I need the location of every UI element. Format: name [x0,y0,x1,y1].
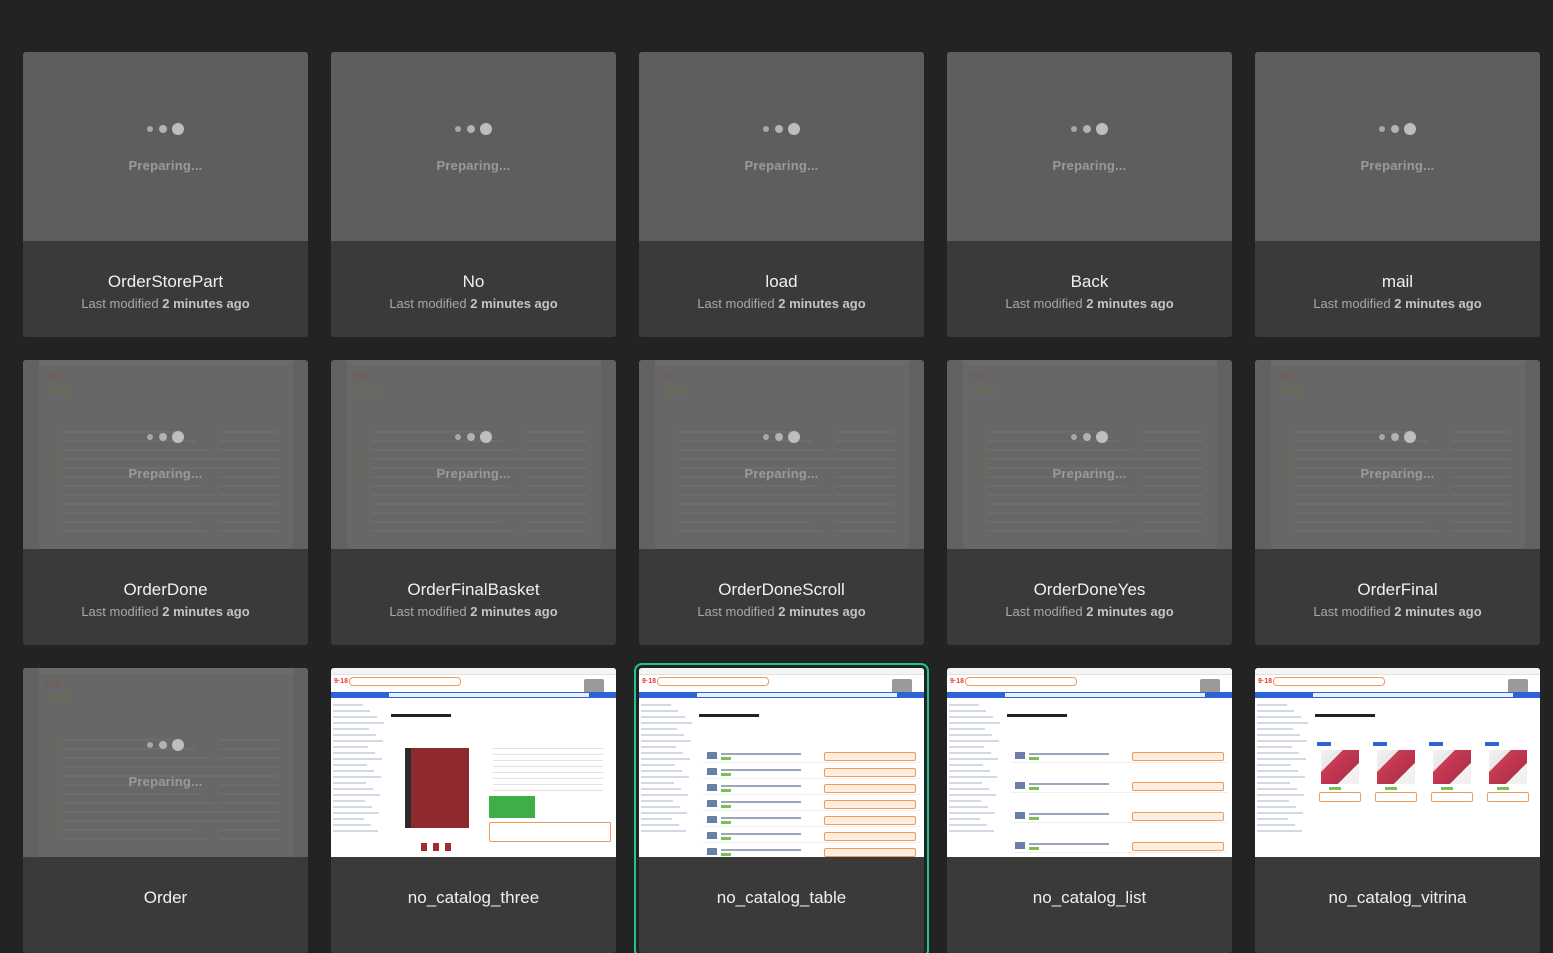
card-title: Back [1070,272,1109,291]
card-title: OrderFinal [1357,580,1438,599]
screen-card[interactable]: Preparing... OrderFinalBasket Last modifie… [331,360,616,645]
card-title: OrderDoneYes [1033,580,1146,599]
screen-card[interactable]: Preparing... OrderDoneScroll Last modified… [639,360,924,645]
loading-overlay: Preparing... [639,52,924,241]
loading-dots-icon [1071,430,1111,444]
screen-card[interactable]: Preparing... mail Last modified 2 minutes … [1255,52,1540,337]
loading-dots-icon [1071,122,1111,136]
page-screenshot: 9·18 [947,668,1232,857]
card-thumbnail[interactable]: Preparing... [639,360,924,549]
screen-card[interactable]: Preparing... OrderFinal Last modified 2 mi… [1255,360,1540,645]
card-thumbnail[interactable]: 9·18 [331,668,616,857]
loading-overlay: Preparing... [331,52,616,241]
screen-card[interactable]: Preparing... Back Last modified 2 minutes … [947,52,1232,337]
card-title: OrderFinalBasket [407,580,540,599]
card-thumbnail[interactable]: 9·18 [639,668,924,857]
card-modified: Last modified 2 minutes ago [389,296,558,311]
card-title: OrderStorePart [107,272,224,291]
screen-card[interactable]: Preparing... OrderDoneYes Last modified 2 … [947,360,1232,645]
card-modified: Last modified 2 minutes ago [1005,296,1174,311]
loading-overlay: Preparing... [947,360,1232,549]
loading-overlay: Preparing... [23,668,308,857]
loading-overlay: Preparing... [947,52,1232,241]
loading-dots-icon [763,430,803,444]
card-modified: Last modified 2 minutes ago [1005,604,1174,619]
preparing-label: Preparing... [1052,466,1127,481]
card-title: OrderDone [123,580,208,599]
card-thumbnail[interactable]: Preparing... [1255,360,1540,549]
card-thumbnail[interactable]: Preparing... [639,52,924,241]
loading-dots-icon [1379,122,1419,136]
page-screenshot: 9·18 [1255,668,1540,857]
screen-card[interactable]: Preparing... load Last modified 2 minutes … [639,52,924,337]
loading-overlay: Preparing... [639,360,924,549]
screen-grid: Preparing... OrderStorePart Last modified … [0,0,1553,953]
screen-card[interactable]: 9·18 no_catalog_three [331,668,616,953]
loading-dots-icon [147,122,187,136]
preparing-label: Preparing... [1360,158,1435,173]
card-title: no_catalog_list [1032,888,1147,907]
card-title: No [462,272,485,291]
preparing-label: Preparing... [436,158,511,173]
screen-card[interactable]: 9·18 no_catalog_table [634,663,929,953]
page-screenshot: 9·18 [639,668,924,857]
loading-overlay: Preparing... [23,360,308,549]
screen-card[interactable]: Preparing... OrderStorePart Last modified … [23,52,308,337]
card-title: no_catalog_vitrina [1328,888,1467,907]
card-thumbnail[interactable]: Preparing... [23,360,308,549]
loading-dots-icon [455,430,495,444]
preparing-label: Preparing... [128,158,203,173]
preparing-label: Preparing... [1360,466,1435,481]
loading-dots-icon [455,122,495,136]
card-modified: Last modified 2 minutes ago [81,604,250,619]
card-thumbnail[interactable]: Preparing... [331,52,616,241]
card-modified: Last modified 2 minutes ago [81,296,250,311]
card-thumbnail[interactable]: Preparing... [23,668,308,857]
page-screenshot: 9·18 [331,668,616,857]
card-title: no_catalog_table [716,888,847,907]
card-title: no_catalog_three [407,888,540,907]
preparing-label: Preparing... [128,774,203,789]
card-modified: Last modified 2 minutes ago [697,296,866,311]
card-thumbnail[interactable]: Preparing... [23,52,308,241]
preparing-label: Preparing... [128,466,203,481]
card-modified: Last modified 2 minutes ago [1313,296,1482,311]
preparing-label: Preparing... [1052,158,1127,173]
loading-dots-icon [147,430,187,444]
card-title: OrderDoneScroll [718,580,845,599]
card-thumbnail[interactable]: 9·18 [947,668,1232,857]
card-title: Order [143,888,188,907]
card-thumbnail[interactable]: 9·18 [1255,668,1540,857]
card-title: mail [1381,272,1414,291]
preparing-label: Preparing... [744,158,819,173]
loading-dots-icon [147,738,187,752]
screen-card[interactable]: 9·18 no_catalog_list [947,668,1232,953]
loading-overlay: Preparing... [1255,360,1540,549]
screen-card[interactable]: Preparing... No Last modified 2 minutes ag… [331,52,616,337]
card-thumbnail[interactable]: Preparing... [947,52,1232,241]
screen-card[interactable]: Preparing... Order [23,668,308,953]
loading-dots-icon [763,122,803,136]
card-title: load [765,272,798,291]
card-thumbnail[interactable]: Preparing... [331,360,616,549]
loading-dots-icon [1379,430,1419,444]
loading-overlay: Preparing... [23,52,308,241]
card-modified: Last modified 2 minutes ago [697,604,866,619]
preparing-label: Preparing... [744,466,819,481]
card-thumbnail[interactable]: Preparing... [1255,52,1540,241]
screen-card[interactable]: Preparing... OrderDone Last modified 2 min… [23,360,308,645]
card-modified: Last modified 2 minutes ago [389,604,558,619]
loading-overlay: Preparing... [1255,52,1540,241]
card-modified: Last modified 2 minutes ago [1313,604,1482,619]
preparing-label: Preparing... [436,466,511,481]
loading-overlay: Preparing... [331,360,616,549]
screen-card[interactable]: 9·18 no_catalog_vitrina [1255,668,1540,953]
card-thumbnail[interactable]: Preparing... [947,360,1232,549]
